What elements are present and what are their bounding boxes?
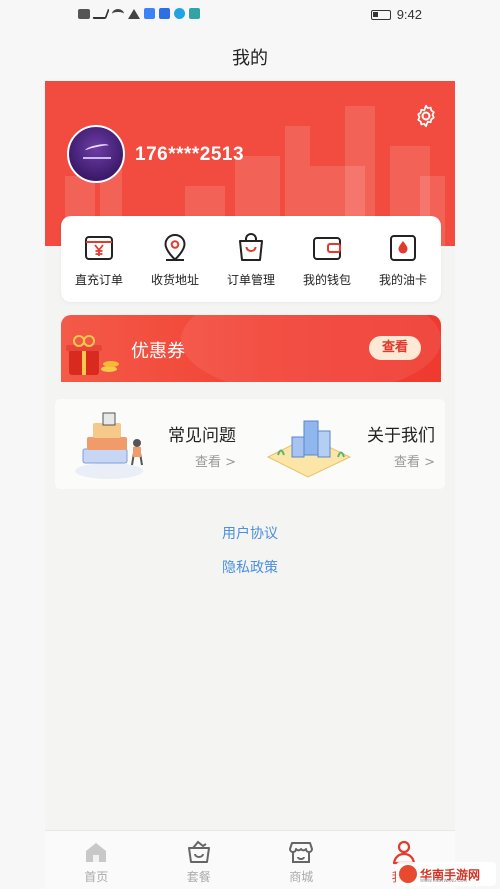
package-icon bbox=[187, 840, 210, 863]
watermark-logo-icon bbox=[399, 865, 417, 883]
coupon-banner[interactable]: 优惠券 查看 bbox=[61, 315, 441, 382]
menu-item-order-management[interactable]: 订单管理 bbox=[215, 231, 287, 288]
about-title: 关于我们 bbox=[367, 426, 435, 446]
app-icon-3 bbox=[174, 8, 185, 19]
about-view-link[interactable]: 查看 > bbox=[394, 451, 435, 470]
status-bar: 9:42 bbox=[0, 0, 500, 32]
gift-box-icon bbox=[66, 335, 119, 375]
menu-item-label: 我的钱包 bbox=[302, 272, 351, 287]
menu-item-address[interactable]: 收货地址 bbox=[139, 231, 211, 288]
faq-view-link[interactable]: 查看 > bbox=[195, 451, 236, 470]
status-time: 9:42 bbox=[396, 7, 422, 22]
store-icon bbox=[289, 842, 314, 863]
menu-item-label: 直充订单 bbox=[74, 272, 123, 287]
about-card[interactable]: 关于我们 查看 > bbox=[250, 399, 445, 489]
main-content: 176****2513 直充订单 收货地址 订单管理 我的钱包 我的油卡 优惠券… bbox=[45, 81, 455, 831]
faq-card[interactable]: 常见问题 查看 > bbox=[55, 399, 250, 489]
nav-tab-store[interactable]: 商城 bbox=[261, 831, 341, 889]
user-phone: 176****2513 bbox=[135, 144, 245, 165]
avatar[interactable] bbox=[67, 125, 125, 183]
nav-label: 商城 bbox=[289, 870, 314, 884]
nav-tab-home[interactable]: 首页 bbox=[56, 831, 136, 889]
app-icon-4 bbox=[189, 8, 200, 19]
faq-illustration bbox=[75, 412, 143, 479]
wifi-icon bbox=[112, 8, 124, 19]
shopping-bag-icon bbox=[239, 232, 263, 261]
menu-item-wallet[interactable]: 我的钱包 bbox=[291, 231, 363, 288]
status-icons-right: 9:42 bbox=[370, 7, 422, 22]
avatar-logo-line bbox=[83, 157, 111, 159]
menu-item-label: 收货地址 bbox=[150, 272, 199, 287]
gear-icon[interactable] bbox=[413, 103, 439, 129]
battery-icon bbox=[370, 9, 391, 20]
menu-item-recharge-orders[interactable]: 直充订单 bbox=[63, 231, 135, 288]
page-title: 我的 bbox=[232, 48, 268, 69]
avatar-logo-mark bbox=[84, 142, 110, 154]
hd-icon bbox=[78, 8, 90, 19]
location-pin-icon bbox=[164, 233, 186, 261]
user-agreement-link[interactable]: 用户协议 bbox=[45, 523, 455, 543]
watermark-subtext: WWW.HNSYWANG.COM bbox=[420, 878, 467, 883]
app-icon-2 bbox=[159, 8, 170, 19]
wallet-icon bbox=[313, 236, 341, 260]
site-watermark: 华南手游网 WWW.HNSYWANG.COM bbox=[396, 862, 496, 886]
app-icon-1 bbox=[144, 8, 155, 19]
bottom-nav: 首页 套餐 商城 我的 bbox=[45, 830, 455, 889]
yen-card-icon bbox=[85, 235, 113, 260]
about-illustration bbox=[266, 420, 352, 478]
nav-label: 首页 bbox=[84, 870, 109, 884]
quick-menu: 直充订单 收货地址 订单管理 我的钱包 我的油卡 bbox=[61, 216, 441, 302]
menu-item-label: 订单管理 bbox=[226, 272, 275, 287]
faq-title: 常见问题 bbox=[168, 426, 236, 446]
menu-item-oil-card[interactable]: 我的油卡 bbox=[367, 231, 439, 288]
menu-item-label: 我的油卡 bbox=[378, 272, 427, 287]
signal-icon bbox=[92, 8, 110, 19]
status-icons-left bbox=[78, 8, 200, 19]
coupon-title: 优惠券 bbox=[131, 341, 185, 362]
home-icon bbox=[86, 843, 107, 862]
oil-drop-card-icon bbox=[390, 234, 416, 261]
coupon-view-button[interactable]: 查看 bbox=[369, 336, 421, 360]
warning-icon bbox=[128, 8, 140, 19]
privacy-policy-link[interactable]: 隐私政策 bbox=[45, 557, 455, 577]
nav-label: 套餐 bbox=[186, 870, 211, 884]
nav-tab-package[interactable]: 套餐 bbox=[159, 831, 239, 889]
help-section: 常见问题 查看 > 关于我们 查看 > bbox=[55, 399, 445, 489]
